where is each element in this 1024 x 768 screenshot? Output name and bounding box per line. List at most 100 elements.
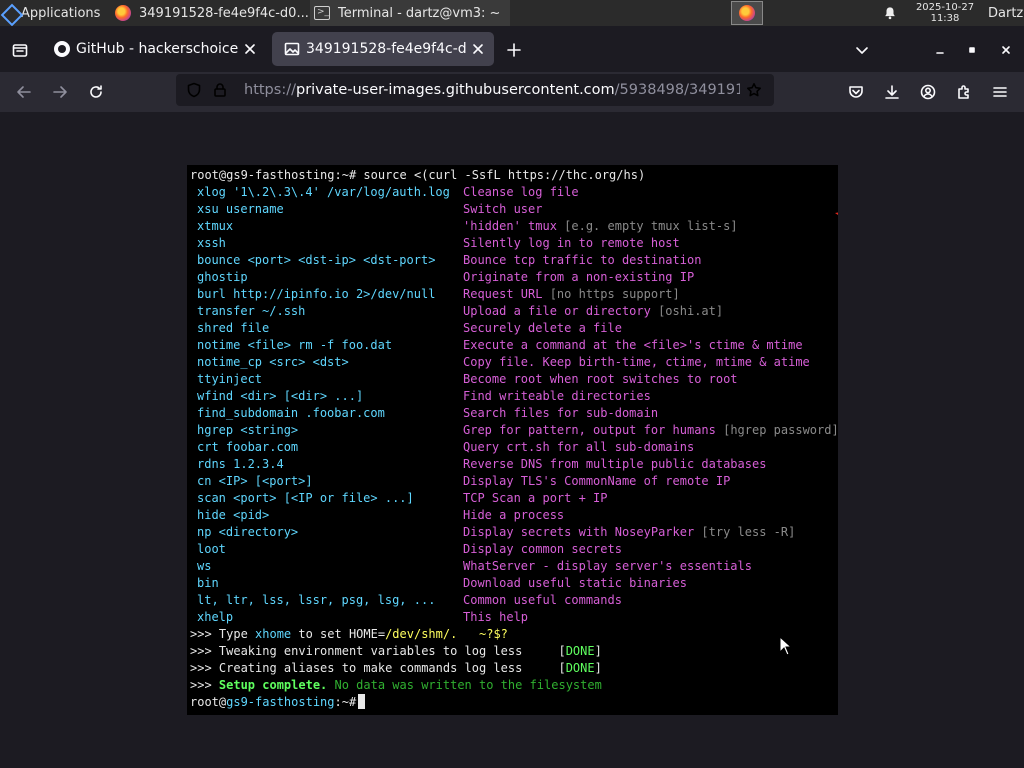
command-description: Query crt.sh for all sub-domains [463,439,694,456]
command-name: ws [197,559,212,573]
forward-button[interactable] [46,76,74,108]
description-text: Display TLS's CommonName of remote IP [463,474,731,488]
description-note: [hgrep password] [723,423,838,437]
firefox-icon [115,5,131,21]
list-all-tabs-button[interactable] [850,38,874,62]
mouse-pointer-icon [779,636,793,656]
description-text: Search files for sub-domain [463,406,659,420]
command-description: Search files for sub-domain [463,405,658,422]
shield-icon[interactable] [186,82,202,98]
description-text: Reverse DNS from multiple public databas… [463,457,767,471]
command-description: Grep for pattern, output for humans [hgr… [463,422,838,439]
taskbar-window-firefox[interactable]: 349191528-fe4e9f4c-d0... [112,0,308,26]
command-description: Find writeable directories [463,388,651,405]
taskbar-window-terminal[interactable]: >_ Terminal - dartz@vm3: ~ [310,0,510,26]
command-name: wfind <dir> [<dir> ...] [197,389,364,403]
command-description: Download useful static binaries [463,575,687,592]
command-name: notime <file> rm -f foo.dat [197,338,393,352]
terminal-screenshot-image: root@gs9-fasthosting:~# source <(curl -S… [187,165,838,715]
account-button[interactable] [916,80,940,104]
command-description: Upload a file or directory [oshi.at] [463,303,723,320]
reload-button[interactable] [82,76,110,108]
tab-close-button[interactable] [466,37,490,61]
tab-title: 349191528-fe4e9f4c-d0f [306,41,466,57]
description-text: Display secrets with NoseyParker [463,525,702,539]
url-text[interactable]: https://private-user-images.githubuserco… [244,82,740,98]
description-text: TCP Scan a port + IP [463,491,608,505]
command-description: Securely delete a file [463,320,622,337]
description-text: Execute a command at the <file>'s ctime … [463,338,803,352]
command-name: xtmux [197,219,234,233]
lock-icon[interactable] [212,82,228,98]
command-name: lt, ltr, lss, lssr, psg, lsg, ... [197,593,436,607]
user-menu-button[interactable]: Dartz [986,0,1024,26]
terminal-first-prompt: root@gs9-fasthosting:~# source <(curl -S… [190,168,646,182]
firefox-view-icon [12,44,28,57]
command-name: loot [197,542,226,556]
new-tab-button[interactable] [502,38,526,62]
command-description: Become root when root switches to root [463,371,738,388]
firefox-view-button[interactable] [6,38,34,62]
app-menu-button[interactable] [988,80,1012,104]
command-description: This help [463,609,528,626]
command-description: Display secrets with NoseyParker [try le… [463,524,795,541]
tab-github[interactable]: GitHub - hackerschoice/h [42,32,266,66]
terminal-final-prompt: root@gs9-fasthosting:~# [190,695,364,709]
description-text: Bounce tcp traffic to destination [463,253,702,267]
description-text: Copy file. Keep birth-time, ctime, mtime… [463,355,810,369]
clock[interactable]: 2025-10-27 11:38 [910,0,980,26]
command-name: rdns 1.2.3.4 [197,457,284,471]
firefox-launcher-button[interactable] [731,1,763,25]
bookmark-button[interactable] [742,78,766,102]
star-icon [747,83,761,97]
terminal-alias-line: >>> Creating aliases to make commands lo… [190,661,602,675]
maximize-button[interactable] [960,38,984,62]
terminal-icon: >_ [314,6,330,20]
extensions-button[interactable] [952,80,976,104]
notifications-button[interactable] [880,0,900,26]
description-text: Display common secrets [463,542,622,556]
command-description: Originate from a non-existing IP [463,269,694,286]
puzzle-icon [958,85,969,99]
maximize-icon [969,47,975,53]
command-description: TCP Scan a port + IP [463,490,608,507]
downloads-button[interactable] [880,80,904,104]
tab-bar: GitHub - hackerschoice/h 349191528-fe4e9… [0,26,1024,72]
taskbar-window-title: Terminal - dartz@vm3: ~ [338,5,501,21]
command-name: cn <IP> [<port>] [197,474,313,488]
back-button[interactable] [10,76,38,108]
command-description: Silently log in to remote host [463,235,680,252]
arrow-right-icon [53,86,67,98]
applications-menu-button[interactable]: Applications [0,0,110,26]
pocket-button[interactable] [844,80,868,104]
command-name: xsu username [197,202,284,216]
description-text: Find writeable directories [463,389,651,403]
command-name: hide <pid> [197,508,270,522]
applications-label: Applications [21,5,101,21]
minimize-button[interactable] [928,38,952,62]
terminal-setup-line: >>> Setup complete. No data was written … [190,678,602,692]
command-name: scan <port> [<IP or file> ...] [197,491,414,505]
command-description: Reverse DNS from multiple public databas… [463,456,766,473]
close-window-button[interactable] [994,38,1018,62]
minimize-icon [936,52,944,54]
command-description: Execute a command at the <file>'s ctime … [463,337,803,354]
command-name: xlog '1\.2\.3\.4' /var/log/auth.log [197,185,450,199]
firefox-window: GitHub - hackerschoice/h 349191528-fe4e9… [0,26,1024,768]
command-description: Common useful commands [463,592,622,609]
tab-close-button[interactable] [238,37,262,61]
pocket-icon [849,86,863,98]
description-note: [e.g. empty tmux list-s] [564,219,738,233]
terminal-home-line: >>> Type xhome to set HOME=/dev/shm/. ~?… [190,627,508,641]
chevron-down-icon [856,47,868,54]
command-description: Request URL [no https support] [463,286,680,303]
command-name: find_subdomain .foobar.com [197,406,385,420]
command-description: Hide a process [463,507,564,524]
github-icon [54,41,70,57]
url-bar[interactable]: https://private-user-images.githubuserco… [176,74,774,106]
description-text: This help [463,610,529,624]
tab-image[interactable]: 349191528-fe4e9f4c-d0f [272,32,494,66]
command-description: Display TLS's CommonName of remote IP [463,473,730,490]
command-description: Switch user [463,201,542,218]
taskbar-window-title: 349191528-fe4e9f4c-d0... [139,5,308,21]
